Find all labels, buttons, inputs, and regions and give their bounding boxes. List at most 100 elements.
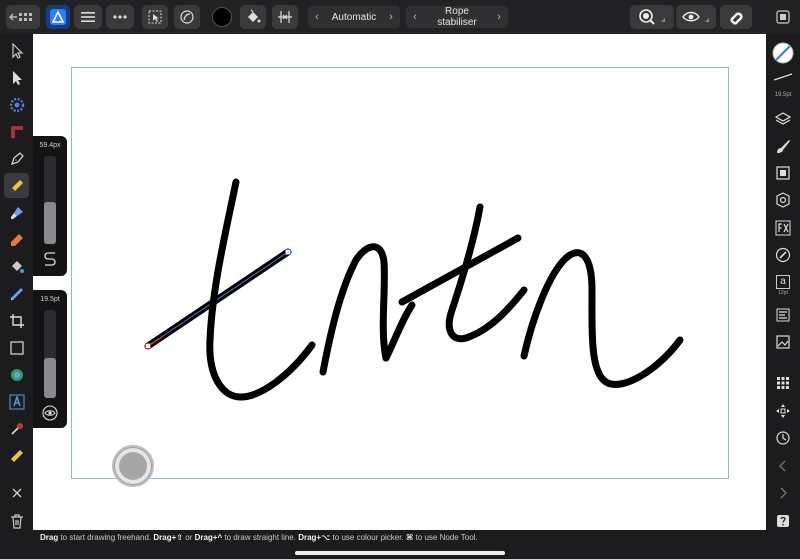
chevron-left-icon[interactable]: ‹ [406,11,424,23]
brush-settings-button[interactable] [240,5,266,29]
brush-size-label: 19.5pt [774,92,792,98]
tool-pen[interactable] [4,146,29,171]
magnet-icon [730,12,743,25]
tool-transparency[interactable] [4,281,29,306]
designer-logo-icon [50,9,66,25]
tool-shapes[interactable] [4,362,29,387]
text-styles-button[interactable]: a 12pt [772,272,794,298]
view-mode-button[interactable] [676,5,716,29]
stroke-options-button[interactable] [272,5,298,29]
select-on-canvas-button[interactable] [142,5,168,29]
help-icon [777,515,789,527]
snapping-button[interactable] [720,5,752,29]
help-button[interactable] [772,510,794,532]
top-toolbar: ‹ Automatic › ‹ Rope stabiliser › [0,0,800,34]
tool-vector-brush[interactable] [4,200,29,225]
text-style-glyph: a [776,274,790,289]
more-button[interactable] [106,5,134,29]
status-text: to start drawing freehand. [58,533,154,542]
stroke-path-icon[interactable] [42,251,58,267]
tool-fill-bucket[interactable] [4,254,29,279]
width-slider[interactable] [44,156,56,244]
status-drag-alt: Drag+⌥ [298,533,331,542]
status-text: to draw straight line. [222,533,299,542]
start-node [145,343,151,349]
bucket-icon [11,260,24,273]
grid-button[interactable] [772,372,794,394]
tool-move[interactable] [4,38,29,63]
tools-panel [0,34,33,530]
tool-colour-picker[interactable] [4,416,29,441]
navigator-icon [776,192,790,208]
tool-point-transform[interactable] [4,92,29,117]
pressure-toggle-icon[interactable] [42,405,58,421]
tool-corner[interactable] [4,119,29,144]
size-value: 19.5pt [40,296,60,303]
zoom-button[interactable] [630,5,674,29]
export-button[interactable] [772,5,794,29]
transform-button[interactable] [772,162,794,184]
back-to-gallery-button[interactable] [6,5,40,29]
corner-tool-icon [10,125,23,138]
size-slider[interactable] [44,310,56,398]
shapes-icon [10,368,23,381]
tool-fill[interactable] [4,227,29,252]
text-icon [9,394,24,409]
stabiliser-label: Rope stabiliser [437,6,477,28]
chevron-left-icon[interactable]: ‹ [308,11,326,23]
tool-measure[interactable] [4,443,29,468]
app-logo-button[interactable] [46,5,70,29]
chevron-right-icon[interactable]: › [490,11,508,23]
status-text: or [183,533,195,542]
hamburger-icon [81,12,95,22]
collapse-left-button[interactable] [772,455,794,477]
effects-button[interactable] [772,217,794,239]
quick-action-button[interactable] [112,445,154,487]
appearance-icon [775,247,791,263]
status-drag: Drag [40,533,59,542]
stroke-n1 [319,243,390,376]
stock-image-icon [776,335,790,349]
navigator-button[interactable] [772,189,794,211]
tool-artistic-text[interactable] [4,389,29,414]
status-drag-ctrl: Drag+^ [194,533,223,542]
tool-node[interactable] [4,65,29,90]
canvas[interactable] [33,34,766,530]
appearance-button[interactable] [772,244,794,266]
delete-button[interactable] [4,508,29,533]
tool-crop[interactable] [4,308,29,333]
fill-colour-swatch[interactable] [212,7,232,27]
move-cross-icon [776,404,790,418]
layers-button[interactable] [772,108,794,130]
text-frame-button[interactable] [772,304,794,326]
menu-button[interactable] [74,5,102,29]
grid-back-icon [9,13,32,21]
tool-rectangle[interactable] [4,335,29,360]
expand-right-button[interactable] [772,482,794,504]
sliders-icon [278,11,292,23]
stock-button[interactable] [772,331,794,353]
home-indicator[interactable] [295,551,505,555]
mode-selector[interactable]: ‹ Automatic › [308,6,400,28]
grid-dots-icon [777,377,789,389]
tool-pencil[interactable] [4,173,29,198]
colour-studio-button[interactable] [772,42,794,64]
brushes-button[interactable] [772,135,794,157]
pressure-button[interactable] [174,5,200,29]
text-frame-icon [776,308,790,322]
width-value: 59.4px [39,142,61,149]
layers-icon [775,112,791,125]
pencil-icon [10,179,23,192]
selection-marquee-icon [148,10,162,24]
close-button[interactable] [4,480,29,505]
gear-icon [9,97,24,112]
gradient-icon [10,287,23,300]
stroke-width-preview[interactable] [772,70,794,84]
stabiliser-selector[interactable]: ‹ Rope stabiliser › [406,6,508,28]
move-arrow-icon [11,42,23,59]
constraints-button[interactable] [772,400,794,422]
chevron-right-icon[interactable]: › [382,11,400,23]
eyedropper-icon [10,422,23,435]
history-button[interactable] [772,427,794,449]
crop-icon [9,313,24,328]
